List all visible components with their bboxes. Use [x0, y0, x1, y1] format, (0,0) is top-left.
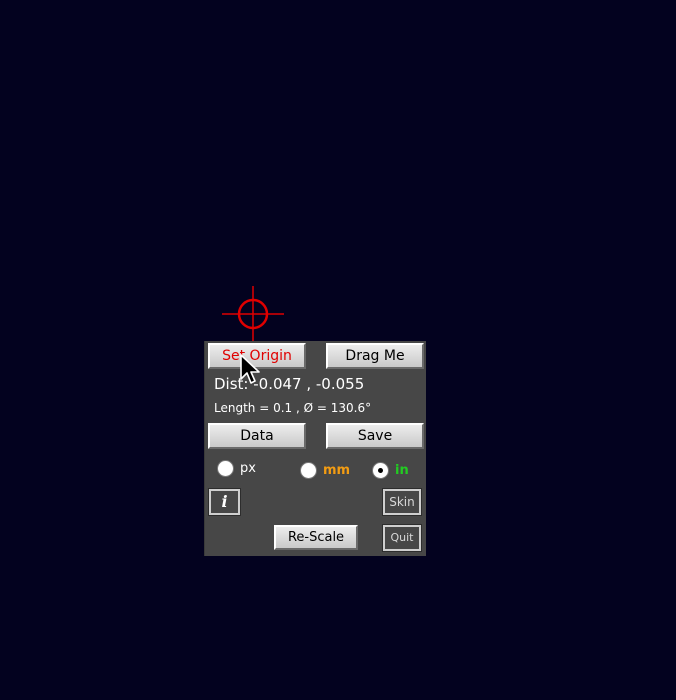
skin-button[interactable]: Skin	[382, 488, 422, 516]
save-button[interactable]: Save	[326, 423, 424, 449]
radio-circle-selected[interactable]	[372, 462, 389, 479]
unit-radio-mm[interactable]: mm	[300, 462, 350, 479]
unit-radio-in[interactable]: in	[372, 462, 409, 479]
drag-me-button[interactable]: Drag Me	[326, 343, 424, 369]
mouse-pointer-icon	[240, 354, 260, 384]
unit-label-mm: mm	[323, 463, 351, 478]
data-button[interactable]: Data	[208, 423, 306, 449]
info-button[interactable]: i	[208, 488, 241, 516]
quit-button[interactable]: Quit	[382, 524, 422, 552]
length-angle-readout: Length = 0.1 , Ø = 130.6°	[214, 401, 372, 415]
rescale-button[interactable]: Re-Scale	[274, 525, 358, 550]
unit-radio-px[interactable]: px	[217, 460, 256, 477]
radio-circle[interactable]	[300, 462, 317, 479]
unit-label-in: in	[395, 463, 409, 478]
radio-circle[interactable]	[217, 460, 234, 477]
measurement-panel: Set Origin Drag Me Dist: -0.047 , -0.055…	[204, 341, 426, 556]
distance-readout: Dist: -0.047 , -0.055	[214, 375, 365, 393]
crosshair-target-icon[interactable]	[222, 286, 284, 342]
unit-label-px: px	[240, 461, 256, 476]
